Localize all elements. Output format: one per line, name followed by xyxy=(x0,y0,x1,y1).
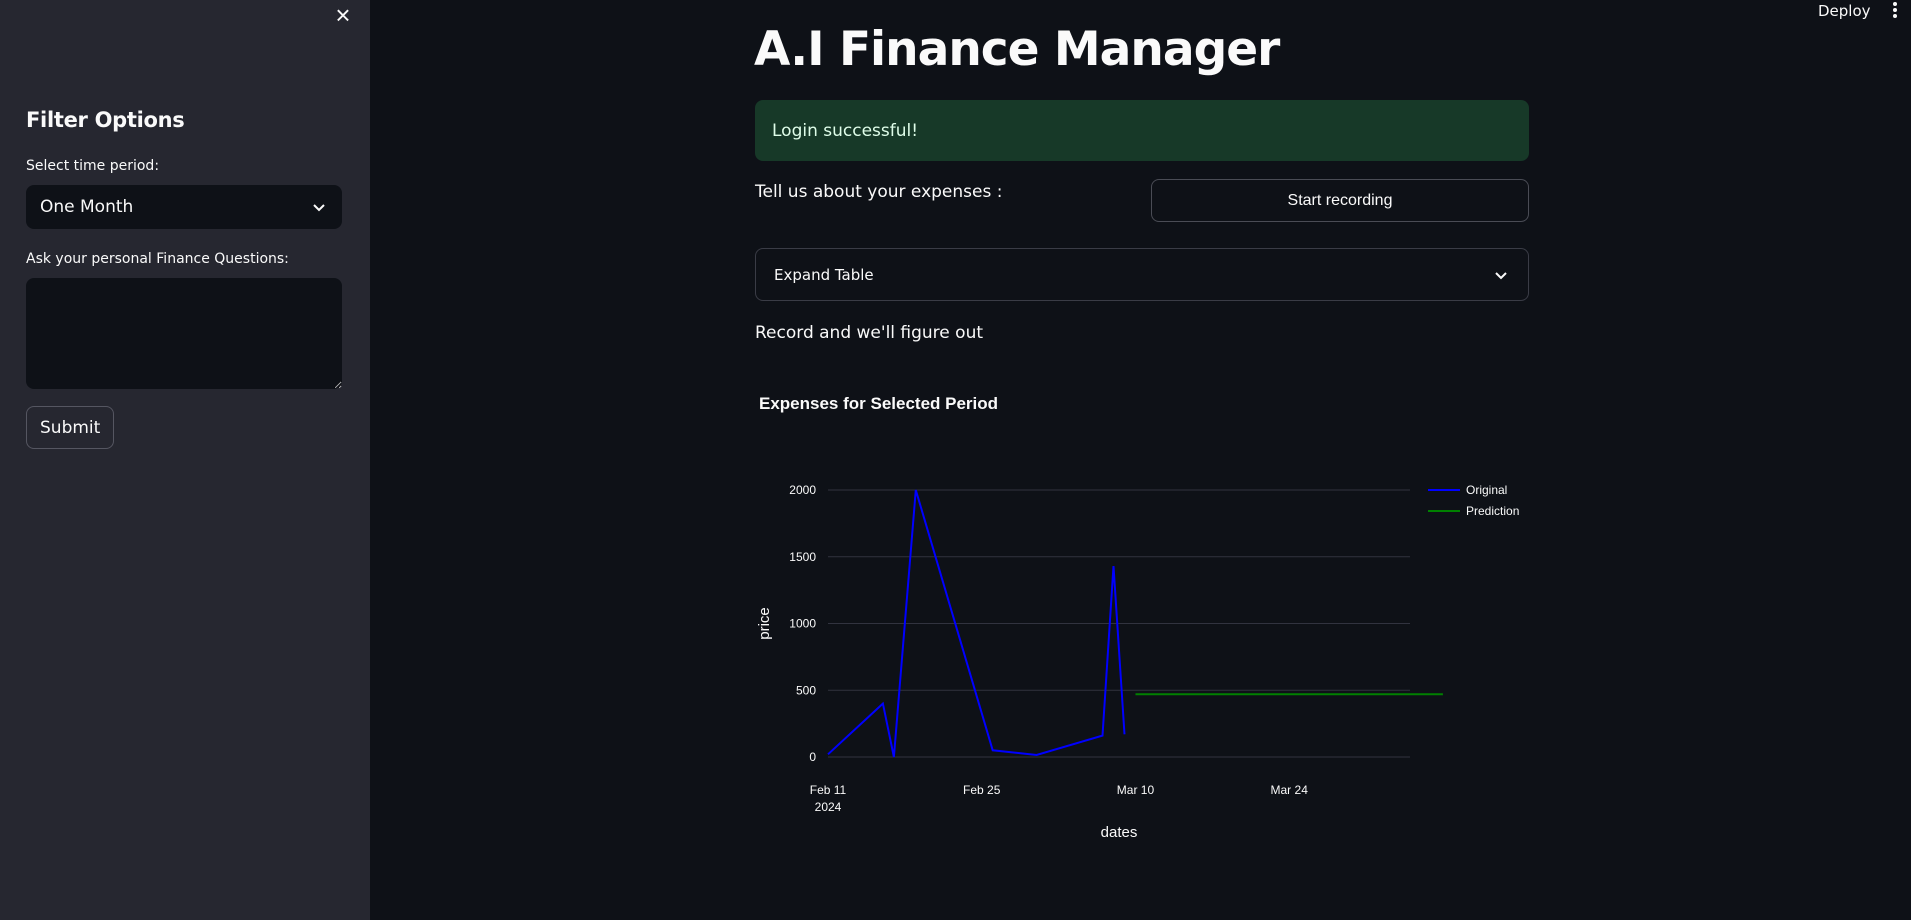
period-select-value: One Month xyxy=(40,197,134,217)
y-tick-label: 0 xyxy=(809,750,816,764)
expander-label: Expand Table xyxy=(774,265,874,284)
expand-table-expander[interactable]: Expand Table xyxy=(755,248,1529,301)
expenses-chart: Expenses for Selected Period 0 500 1000 1500… xyxy=(756,394,1519,841)
x-axis-label: dates xyxy=(1101,824,1138,841)
expenses-prompt: Tell us about your expenses : xyxy=(755,182,1003,202)
start-recording-button[interactable]: Start recording xyxy=(1151,179,1529,222)
record-note: Record and we'll figure out xyxy=(755,323,984,343)
period-select[interactable]: One Month xyxy=(26,185,342,229)
question-textarea[interactable] xyxy=(26,278,342,389)
sidebar: × Filter Options Select time period: One… xyxy=(0,0,370,920)
submit-button[interactable]: Submit xyxy=(26,406,115,449)
y-tick-label: 2000 xyxy=(789,483,816,497)
sidebar-title: Filter Options xyxy=(26,108,185,132)
kebab-menu-icon[interactable] xyxy=(1888,0,1902,22)
deploy-button[interactable]: Deploy xyxy=(1818,2,1871,20)
x-tick-label: Mar 24 xyxy=(1271,783,1309,797)
x-tick-sublabel: 2024 xyxy=(815,800,842,814)
page-title: A.I Finance Manager xyxy=(754,22,1280,77)
success-alert-text: Login successful! xyxy=(772,120,919,141)
chevron-down-icon xyxy=(1495,271,1507,279)
legend-label: Prediction xyxy=(1466,504,1519,518)
close-icon[interactable]: × xyxy=(330,2,356,28)
legend-label: Original xyxy=(1466,483,1507,497)
x-tick-label: Feb 25 xyxy=(963,783,1001,797)
y-tick-label: 1500 xyxy=(789,550,816,564)
x-tick-label: Feb 11 xyxy=(810,783,847,797)
success-alert: Login successful! xyxy=(755,100,1529,161)
chart-title: Expenses for Selected Period xyxy=(759,394,998,413)
y-tick-label: 1000 xyxy=(789,617,816,631)
period-label: Select time period: xyxy=(26,158,160,174)
x-tick-label: Mar 10 xyxy=(1117,783,1155,797)
y-tick-label: 500 xyxy=(796,683,816,697)
question-label: Ask your personal Finance Questions: xyxy=(26,251,289,267)
y-axis-label: price xyxy=(756,607,773,640)
chevron-down-icon xyxy=(313,204,325,212)
